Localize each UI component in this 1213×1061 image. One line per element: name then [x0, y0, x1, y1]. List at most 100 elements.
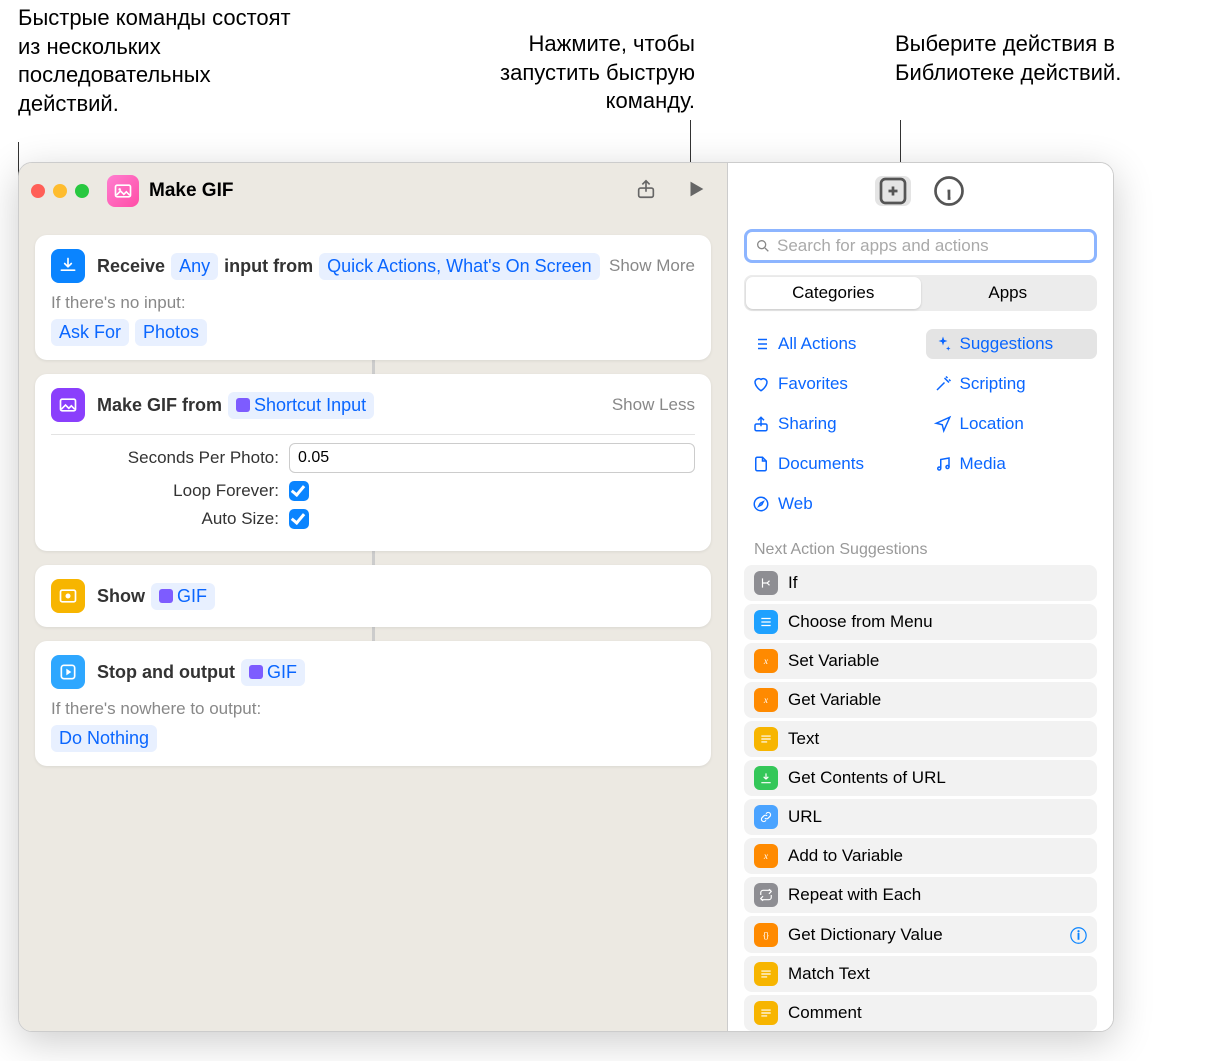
category-scripting[interactable]: Scripting	[926, 369, 1098, 399]
stop-icon	[51, 655, 85, 689]
search-icon	[755, 238, 771, 254]
suggestion-icon	[754, 1001, 778, 1025]
action-receive-input[interactable]: Receive Any input from Quick Actions, Wh…	[35, 235, 711, 360]
token-sources[interactable]: Quick Actions, What's On Screen	[319, 253, 600, 280]
suggestion-choose-from-menu[interactable]: Choose from Menu	[744, 604, 1097, 640]
param-seconds: Seconds Per Photo:	[51, 443, 695, 473]
suggestion-label: Get Contents of URL	[788, 768, 946, 788]
suggestion-get-variable[interactable]: xGet Variable	[744, 682, 1097, 718]
suggestion-add-to-variable[interactable]: x Add to Variable	[744, 838, 1097, 874]
library-tabs[interactable]: Categories Apps	[744, 275, 1097, 311]
category-location[interactable]: Location	[926, 409, 1098, 439]
run-button[interactable]	[685, 178, 707, 205]
suggestion-comment[interactable]: Comment	[744, 995, 1097, 1031]
suggestion-match-text[interactable]: Match Text	[744, 956, 1097, 992]
action-show[interactable]: Show GIF	[35, 565, 711, 627]
suggestion-icon	[754, 766, 778, 790]
library-pane: Categories Apps All Actions Suggestions Fa…	[728, 163, 1113, 1031]
search-field[interactable]	[744, 229, 1097, 263]
category-list: All Actions Suggestions Favorites Scripting…	[744, 329, 1097, 519]
category-label: Suggestions	[960, 334, 1054, 354]
svg-text:x: x	[763, 852, 769, 862]
library-titlebar	[728, 163, 1113, 219]
shortcut-title[interactable]: Make GIF	[149, 180, 635, 202]
show-less-toggle[interactable]: Show Less	[612, 395, 695, 415]
param-autosize: Auto Size:	[51, 509, 695, 529]
category-sharing[interactable]: Sharing	[744, 409, 916, 439]
suggestion-if[interactable]: If	[744, 565, 1097, 601]
svg-text:x: x	[763, 696, 769, 706]
minimize-button[interactable]	[53, 184, 67, 198]
suggestions-list: If Choose from Menu x Set Variable xGet Vari…	[744, 565, 1097, 1031]
makegif-title: Make GIF from	[97, 395, 222, 416]
category-label: Scripting	[960, 374, 1026, 394]
suggestion-get-contents-of-url[interactable]: Get Contents of URL	[744, 760, 1097, 796]
editor-pane: Make GIF Receive Any input f	[19, 163, 728, 1031]
shortcut-icon[interactable]	[107, 175, 139, 207]
receive-connector: input from	[224, 256, 313, 277]
suggestion-text[interactable]: Text	[744, 721, 1097, 757]
loop-label: Loop Forever:	[51, 481, 289, 501]
suggestion-repeat-with-each[interactable]: Repeat with Each	[744, 877, 1097, 913]
category-label: All Actions	[778, 334, 856, 354]
share-button[interactable]	[635, 178, 657, 205]
suggestion-get-dictionary-value[interactable]: {}Get Dictionary Valueⓘ	[744, 916, 1097, 953]
suggestion-set-variable[interactable]: x Set Variable	[744, 643, 1097, 679]
suggestion-url[interactable]: URL	[744, 799, 1097, 835]
suggestion-icon	[754, 610, 778, 634]
connector	[372, 360, 375, 374]
suggestion-label: Repeat with Each	[788, 885, 921, 905]
category-media[interactable]: Media	[926, 449, 1098, 479]
category-documents[interactable]: Documents	[744, 449, 916, 479]
loop-checkbox[interactable]	[289, 481, 309, 501]
receive-icon	[51, 249, 85, 283]
action-stop-output[interactable]: Stop and output GIF If there's nowhere t…	[35, 641, 711, 766]
suggestion-icon	[754, 805, 778, 829]
close-button[interactable]	[31, 184, 45, 198]
suggestion-icon: x	[754, 688, 778, 712]
suggestion-label: Comment	[788, 1003, 862, 1023]
token-gif[interactable]: GIF	[151, 583, 215, 610]
autosize-checkbox[interactable]	[289, 509, 309, 529]
suggestion-label: Choose from Menu	[788, 612, 933, 632]
category-label: Media	[960, 454, 1006, 474]
action-make-gif[interactable]: Make GIF from Shortcut Input Show Less S…	[35, 374, 711, 551]
callout-right: Выберите действия в Библиотеке действий.	[895, 30, 1195, 87]
category-favorites[interactable]: Favorites	[744, 369, 916, 399]
token-photos[interactable]: Photos	[135, 319, 207, 346]
maximize-button[interactable]	[75, 184, 89, 198]
show-more-toggle[interactable]: Show More	[609, 256, 695, 276]
suggestion-label: Set Variable	[788, 651, 879, 671]
category-web[interactable]: Web	[744, 489, 916, 519]
suggestion-icon	[754, 883, 778, 907]
search-input[interactable]	[777, 236, 1086, 256]
token-gif-output[interactable]: GIF	[241, 659, 305, 686]
seconds-input[interactable]	[289, 443, 695, 473]
suggestion-label: Add to Variable	[788, 846, 903, 866]
seconds-label: Seconds Per Photo:	[51, 448, 289, 468]
workflow-canvas[interactable]: Receive Any input from Quick Actions, Wh…	[19, 219, 727, 782]
shortcut-editor-window: Make GIF Receive Any input f	[18, 162, 1114, 1032]
suggestion-icon	[754, 962, 778, 986]
suggestion-icon	[754, 727, 778, 751]
divider	[51, 434, 695, 435]
token-any[interactable]: Any	[171, 253, 218, 280]
suggestion-icon: x	[754, 649, 778, 673]
category-all-actions[interactable]: All Actions	[744, 329, 916, 359]
category-suggestions[interactable]: Suggestions	[926, 329, 1098, 359]
library-toggle-button[interactable]	[875, 176, 911, 206]
window-controls	[31, 184, 89, 198]
token-do-nothing[interactable]: Do Nothing	[51, 725, 157, 752]
token-ask-for[interactable]: Ask For	[51, 319, 129, 346]
info-icon[interactable]: ⓘ	[1070, 922, 1087, 947]
svg-text:{}: {}	[763, 930, 769, 939]
suggestion-icon	[754, 571, 778, 595]
receive-verb: Receive	[97, 256, 165, 277]
tab-categories[interactable]: Categories	[746, 277, 921, 309]
tab-apps[interactable]: Apps	[921, 277, 1096, 309]
stop-title: Stop and output	[97, 662, 235, 683]
details-toggle-button[interactable]	[931, 176, 967, 206]
suggestions-header: Next Action Suggestions	[744, 541, 1097, 559]
token-shortcut-input[interactable]: Shortcut Input	[228, 392, 374, 419]
suggestion-label: URL	[788, 807, 822, 827]
